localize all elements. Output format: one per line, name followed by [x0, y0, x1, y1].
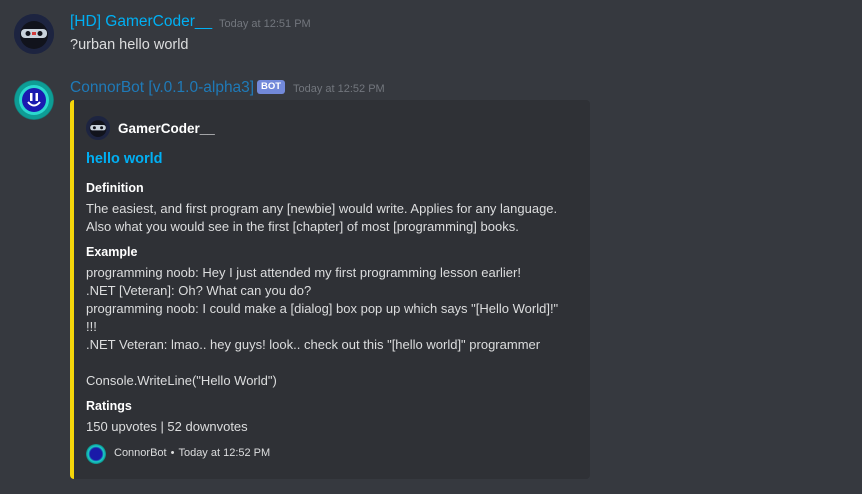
footer-name: ConnorBot: [114, 447, 167, 459]
message-author[interactable]: [HD] GamerCoder__: [70, 13, 212, 31]
footer-separator: •: [170, 447, 175, 459]
example-line: Console.WriteLine("Hello World"): [86, 373, 277, 388]
example-line: programming noob: Hey I just attended my…: [86, 265, 521, 280]
field-example-name: Example: [86, 245, 138, 259]
message-timestamp: Today at 12:52 PM: [293, 83, 385, 95]
footer-bot-icon: [86, 444, 106, 464]
user-avatar[interactable]: [14, 14, 54, 54]
footer-timestamp: Today at 12:52 PM: [178, 447, 271, 459]
field-ratings-name: Ratings: [86, 399, 132, 413]
ratings-line: 150 upvotes | 52 downvotes: [86, 419, 248, 434]
field-definition-name: Definition: [86, 181, 144, 195]
bot-avatar-icon: [15, 81, 53, 119]
urban-embed: GamerCoder__ hello world Definition The …: [70, 100, 590, 479]
example-line: programming noob: I could make a [dialog…: [86, 301, 559, 316]
embed-footer: ConnorBot • Today at 12:52 PM: [114, 447, 270, 459]
example-line: !!!: [86, 319, 97, 334]
bot-author[interactable]: ConnorBot [v.0.1.0-alpha3]: [70, 79, 254, 97]
ninja-avatar-icon: [86, 116, 110, 140]
ninja-avatar-icon: [14, 14, 54, 54]
message-timestamp: Today at 12:51 PM: [219, 18, 311, 30]
definition-line: Also what you would see in the first [ch…: [86, 219, 519, 234]
example-line: .NET [Veteran]: Oh? What can you do?: [86, 283, 312, 298]
bot-tag-badge: BOT: [257, 80, 286, 94]
example-line: .NET Veteran: lmao.. hey guys! look.. ch…: [86, 337, 541, 352]
embed-author-avatar: [86, 116, 110, 140]
embed-author-name: GamerCoder__: [118, 121, 215, 136]
definition-line: The easiest, and first program any [newb…: [86, 201, 558, 216]
embed-title-link[interactable]: hello world: [86, 151, 163, 167]
bot-avatar[interactable]: [14, 80, 54, 120]
message-content: ?urban hello world: [70, 37, 189, 53]
